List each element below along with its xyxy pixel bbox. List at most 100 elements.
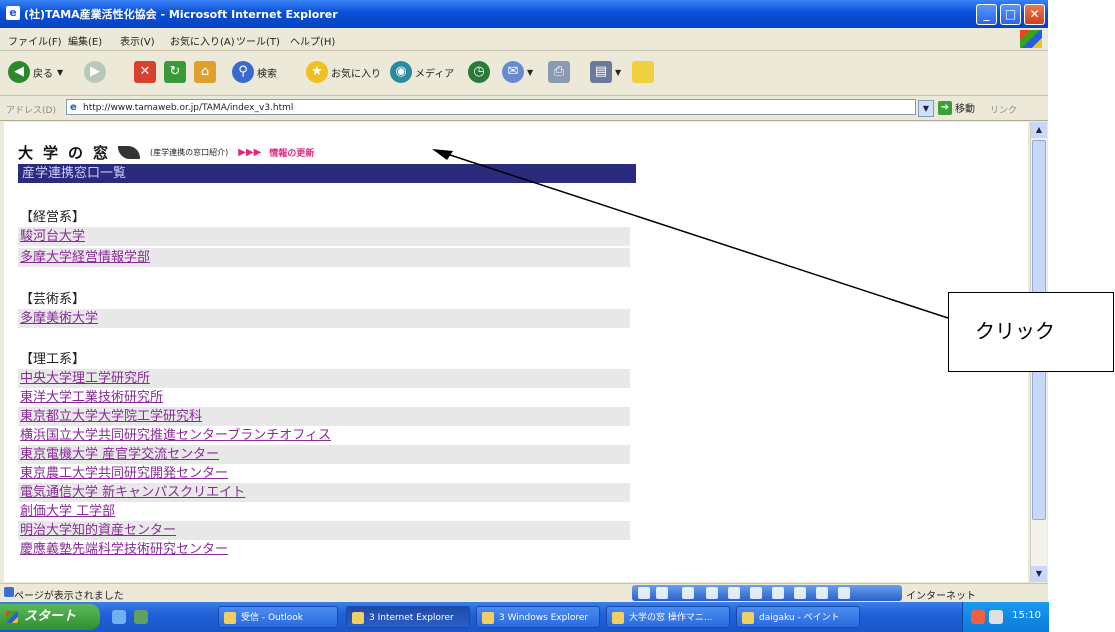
list-item[interactable]: 東京電機大学 産官学交流センター xyxy=(18,445,630,464)
edit-dropdown-icon[interactable]: ▼ xyxy=(615,68,621,77)
task-outlook[interactable]: 受信 - Outlook xyxy=(218,606,338,628)
address-dropdown-icon[interactable]: ▼ xyxy=(918,100,934,117)
forward-button[interactable]: ▶ xyxy=(84,59,109,85)
help-icon[interactable] xyxy=(772,587,784,599)
windows-logo-icon xyxy=(1020,30,1042,48)
pad-icon[interactable] xyxy=(728,587,740,599)
status-bar: ページが表示されました インターネット xyxy=(0,583,1048,602)
university-link[interactable]: 電気通信大学 新キャンパスクリエイト xyxy=(20,485,245,500)
ime-icon[interactable] xyxy=(638,587,650,599)
forward-arrow-icon: ▶ xyxy=(84,61,106,83)
list-item[interactable]: 駿河台大学 xyxy=(18,227,630,246)
kana-icon[interactable] xyxy=(838,587,850,599)
university-link[interactable]: 多摩美術大学 xyxy=(20,311,98,326)
home-button[interactable]: ⌂ xyxy=(194,59,219,85)
refresh-button[interactable]: ↻ xyxy=(164,59,189,85)
media-button[interactable]: ◉ メディア xyxy=(390,59,454,85)
print-button[interactable]: ⎙ xyxy=(548,59,573,85)
back-arrow-icon: ◀ xyxy=(8,61,30,83)
university-link[interactable]: 慶應義塾先端科学技術研究センター xyxy=(20,542,228,557)
back-button[interactable]: ◀ 戻る ▼ xyxy=(8,59,63,85)
task-manual-document[interactable]: 大学の窓 操作マニ... xyxy=(606,606,730,628)
scroll-down-icon[interactable]: ▼ xyxy=(1031,566,1047,582)
list-item[interactable]: 明治大学知的資産センター xyxy=(18,521,630,540)
university-link[interactable]: 中央大学理工学研究所 xyxy=(20,371,150,386)
site-header: 大学の窓 (産学連携の窓口紹介) ▶▶▶ 情報の更新 xyxy=(18,142,314,163)
start-button[interactable]: スタート xyxy=(0,604,100,630)
search-button[interactable]: ⚲ 検索 xyxy=(232,59,277,85)
university-link[interactable]: 横浜国立大学共同研究推進センターブランチオフィス xyxy=(20,428,331,443)
list-item[interactable]: 電気通信大学 新キャンパスクリエイト xyxy=(18,483,630,502)
search-label: 検索 xyxy=(257,68,277,80)
task-internet-explorer[interactable]: 3 Internet Explorer xyxy=(346,606,470,628)
title-bar[interactable]: e (社)TAMA産業活性化協会 - Microsoft Internet Ex… xyxy=(0,0,1048,28)
university-link[interactable]: 東京都立大学大学院工学研究科 xyxy=(20,409,202,424)
university-link[interactable]: 東洋大学工業技術研究所 xyxy=(20,390,163,405)
menu-view[interactable]: 表示(V) xyxy=(120,33,155,48)
university-link[interactable]: 駿河台大学 xyxy=(20,229,85,244)
task-paint[interactable]: daigaku - ペイント xyxy=(736,606,860,628)
favorites-button[interactable]: ★ お気に入り xyxy=(306,59,381,85)
links-button[interactable]: リンク xyxy=(990,103,1017,116)
menu-file[interactable]: ファイル(F) xyxy=(8,33,62,48)
tool-icon[interactable] xyxy=(750,587,762,599)
edit-icon: ▤ xyxy=(590,61,612,83)
list-item[interactable]: 東洋大学工業技術研究所 xyxy=(18,388,630,407)
mail-button[interactable]: ✉ ▼ xyxy=(502,59,533,85)
back-dropdown-icon[interactable]: ▼ xyxy=(57,68,63,77)
star-icon: ★ xyxy=(306,61,328,83)
page-done-icon xyxy=(4,587,14,597)
list-item[interactable]: 横浜国立大学共同研究推進センターブランチオフィス xyxy=(18,426,630,445)
language-bar[interactable] xyxy=(632,585,902,601)
go-button[interactable]: ➔ 移動 xyxy=(938,100,975,115)
university-link[interactable]: 東京電機大学 産官学交流センター xyxy=(20,447,219,462)
task-windows-explorer[interactable]: 3 Windows Explorer xyxy=(476,606,600,628)
university-link[interactable]: 創価大学 工学部 xyxy=(20,504,115,519)
messenger-icon xyxy=(632,61,654,83)
messenger-button[interactable] xyxy=(632,59,657,85)
dictionary-icon[interactable] xyxy=(706,587,718,599)
mail-dropdown-icon[interactable]: ▼ xyxy=(527,68,533,77)
close-button[interactable]: ✕ xyxy=(1024,4,1045,25)
ime-mode-icon[interactable] xyxy=(656,587,668,599)
print-icon: ⎙ xyxy=(548,61,570,83)
list-item[interactable]: 東京農工大学共同研究開発センター xyxy=(18,464,630,483)
settings-icon[interactable] xyxy=(794,587,806,599)
university-link[interactable]: 東京農工大学共同研究開発センター xyxy=(20,466,228,481)
history-button[interactable]: ◷ xyxy=(468,59,493,85)
refresh-icon: ↻ xyxy=(164,61,186,83)
tray-app-icon[interactable] xyxy=(971,610,985,624)
caps-icon[interactable] xyxy=(816,587,828,599)
address-input[interactable]: http://www.tamaweb.or.jp/TAMA/index_v3.h… xyxy=(66,99,916,116)
mail-icon: ✉ xyxy=(502,61,524,83)
go-label: 移動 xyxy=(955,104,975,115)
quicklaunch-desktop-icon[interactable] xyxy=(134,610,148,624)
tray-network-icon[interactable] xyxy=(989,610,1003,624)
maximize-button[interactable]: □ xyxy=(1000,4,1021,25)
input-mode-icon[interactable] xyxy=(682,587,694,599)
stop-button[interactable]: ✕ xyxy=(134,59,159,85)
edit-button[interactable]: ▤ ▼ xyxy=(590,59,621,85)
list-item[interactable]: 中央大学理工学研究所 xyxy=(18,369,630,388)
list-item[interactable]: 東京都立大学大学院工学研究科 xyxy=(18,407,630,426)
media-label: メディア xyxy=(415,68,455,80)
menu-edit[interactable]: 編集(E) xyxy=(68,33,102,48)
minimize-button[interactable]: _ xyxy=(976,4,997,25)
page-content: 大学の窓 (産学連携の窓口紹介) ▶▶▶ 情報の更新 産学連携窓口一覧 【経営系… xyxy=(4,122,1028,582)
menu-tools[interactable]: ツール(T) xyxy=(236,33,280,48)
scroll-up-icon[interactable]: ▲ xyxy=(1031,122,1047,138)
triple-arrow-icon: ▶▶▶ xyxy=(238,147,262,158)
site-title: 大学の窓 xyxy=(18,144,119,162)
info-update-link[interactable]: 情報の更新 xyxy=(269,146,314,159)
menu-favorites[interactable]: お気に入り(A) xyxy=(170,33,235,48)
favorites-label: お気に入り xyxy=(331,68,381,80)
university-link[interactable]: 多摩大学経営情報学部 xyxy=(20,250,150,265)
quicklaunch-ie-icon[interactable] xyxy=(112,610,126,624)
list-item[interactable]: 創価大学 工学部 xyxy=(18,502,630,521)
taskbar: スタート 受信 - Outlook 3 Internet Explorer 3 … xyxy=(0,602,1049,632)
list-item[interactable]: 多摩大学経営情報学部 xyxy=(18,248,630,267)
list-item[interactable]: 慶應義塾先端科学技術研究センター xyxy=(18,540,630,559)
list-item[interactable]: 多摩美術大学 xyxy=(18,309,630,328)
university-link[interactable]: 明治大学知的資産センター xyxy=(20,523,176,538)
menu-help[interactable]: ヘルプ(H) xyxy=(290,33,335,48)
